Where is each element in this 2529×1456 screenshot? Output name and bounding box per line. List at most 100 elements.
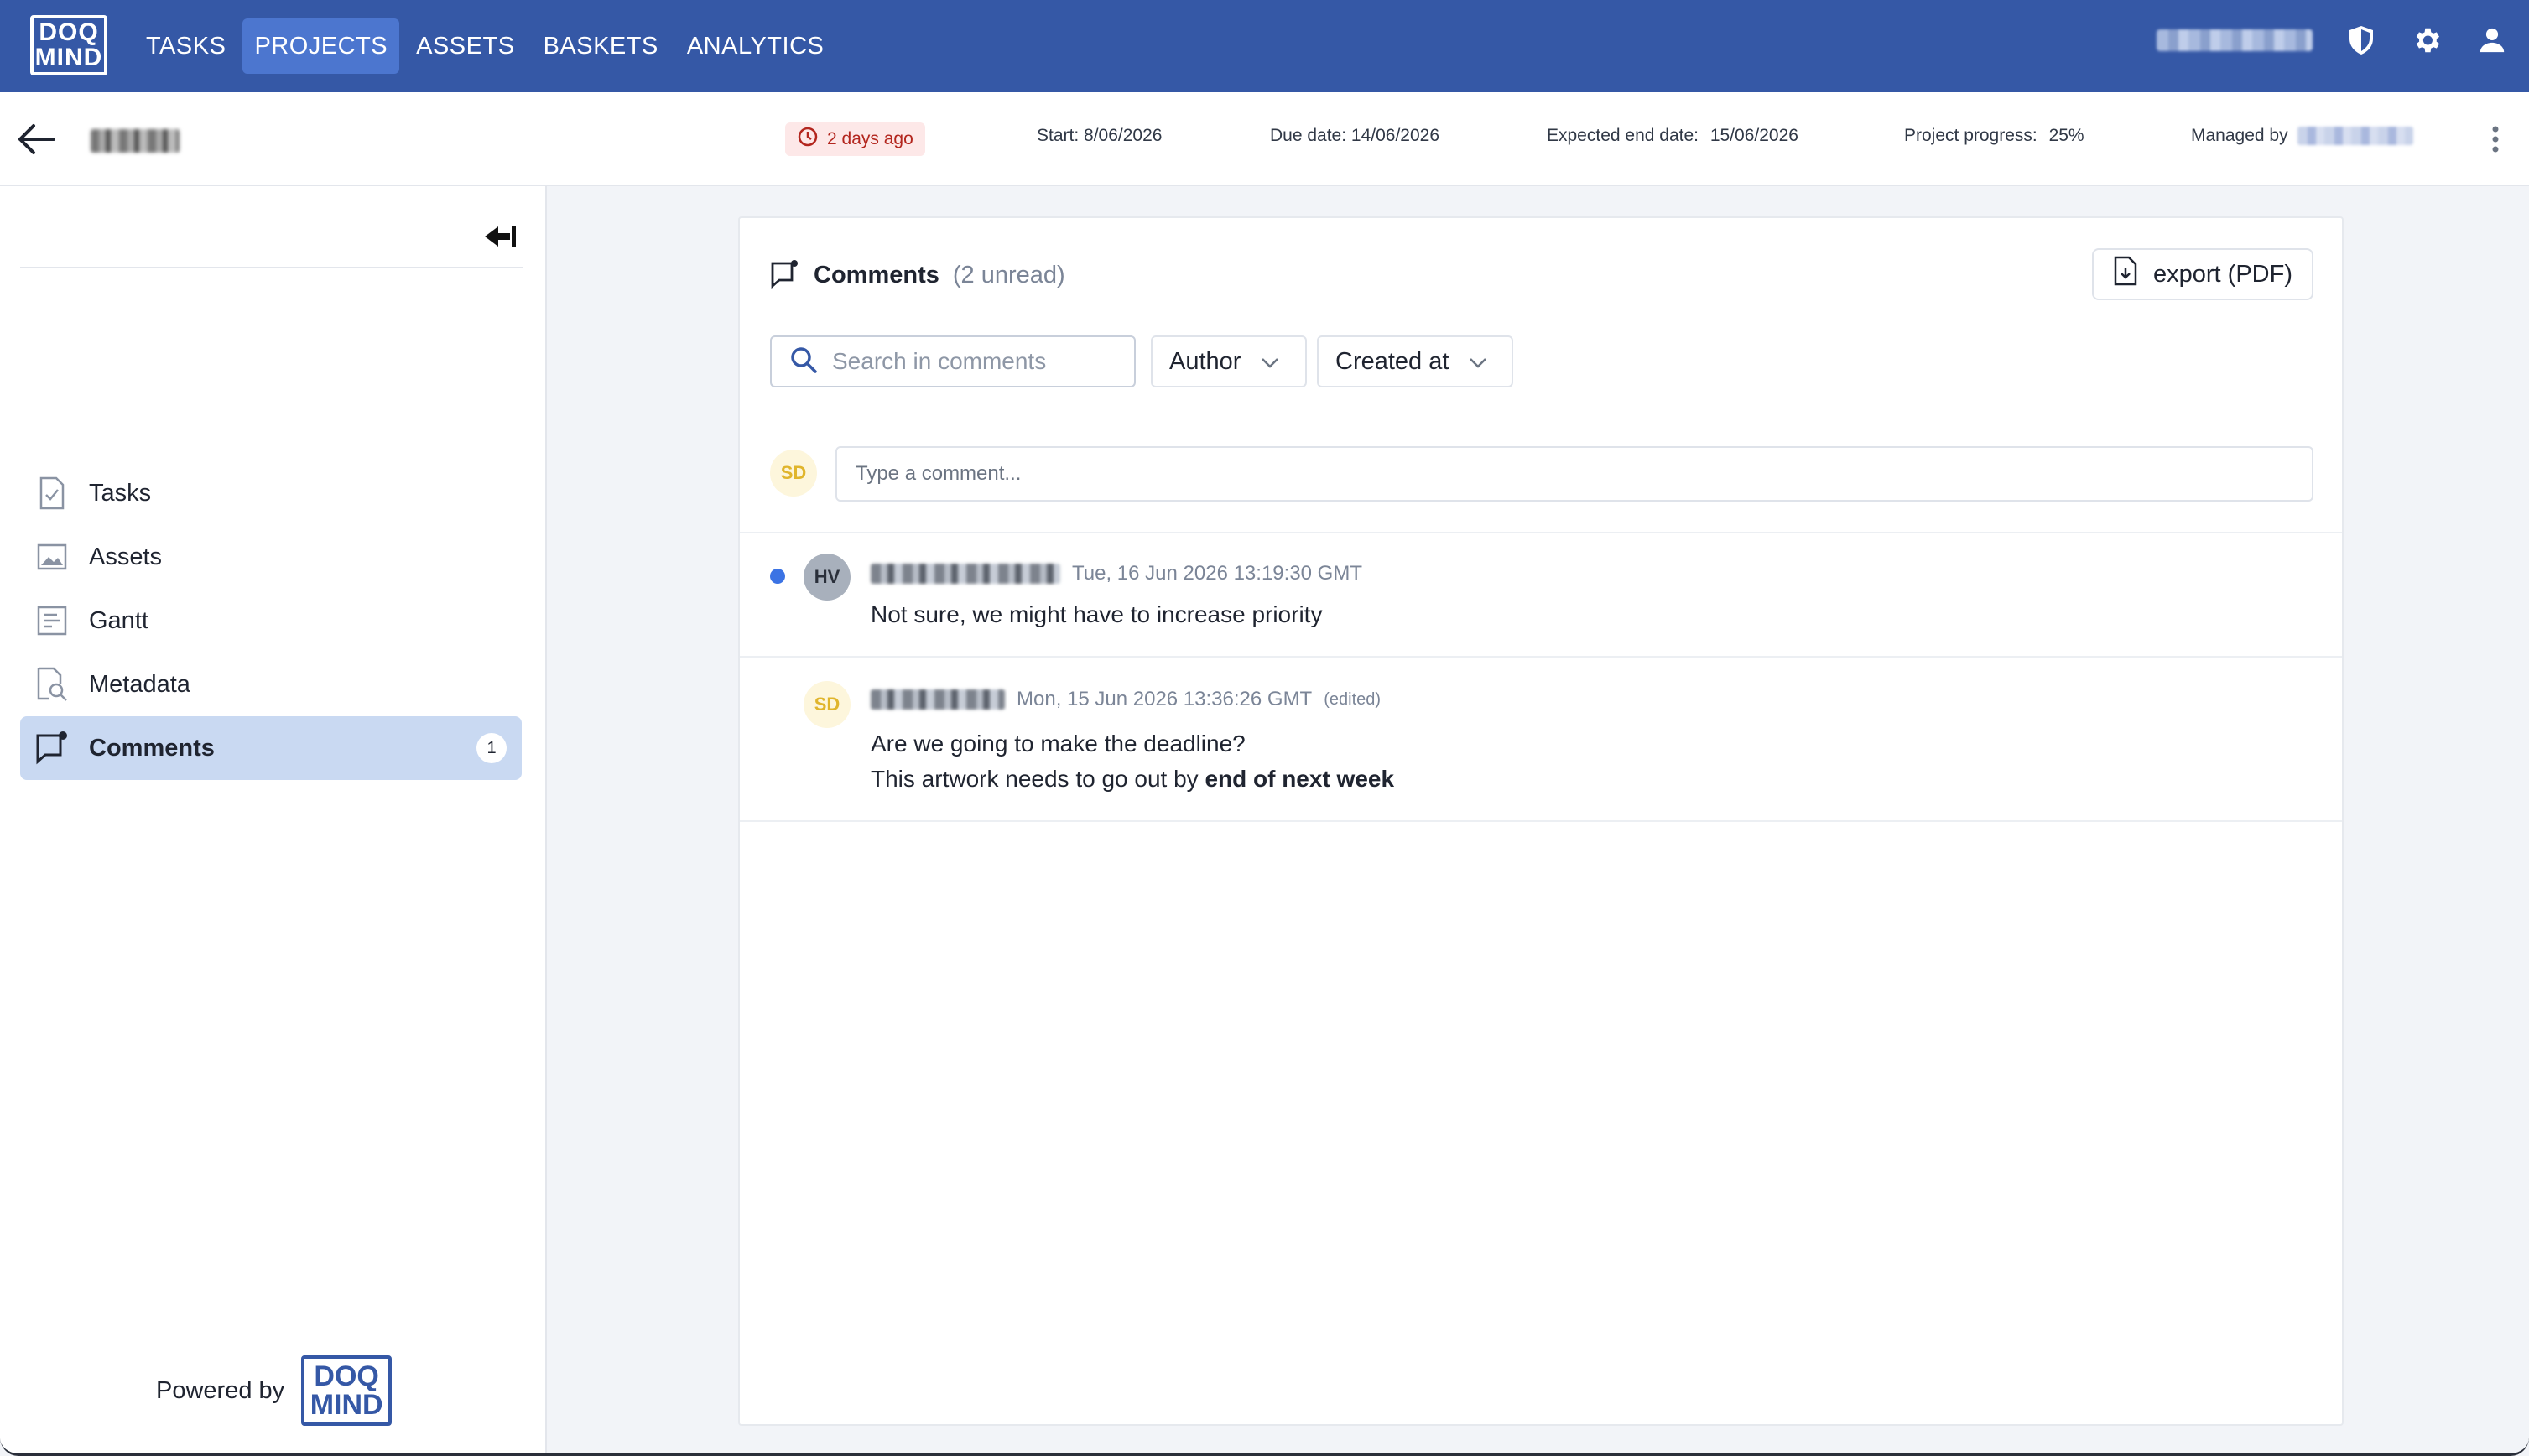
comments-header: Comments (2 unread) xyxy=(770,258,1065,293)
divider xyxy=(740,656,2342,658)
expected-value: 15/06/2026 xyxy=(1709,126,1798,145)
comment-author-avatar: HV xyxy=(804,554,851,601)
project-progress: Project progress: 25% xyxy=(1904,126,2084,146)
sidebar-item-label: Metadata xyxy=(89,670,190,698)
unread-count: (2 unread) xyxy=(952,262,1065,289)
top-navbar: DOQ MIND TASKS PROJECTS ASSETS BASKETS A… xyxy=(0,0,2529,92)
logo-line-2: MIND xyxy=(34,44,103,71)
comments-title: Comments xyxy=(814,262,939,289)
search-input[interactable] xyxy=(832,348,1134,375)
powered-by: Powered by DOQ MIND xyxy=(156,1355,393,1426)
sidebar-item-metadata[interactable]: Metadata xyxy=(20,653,522,716)
comment-line: This artwork needs to go out by end of n… xyxy=(871,762,1394,797)
comment-meta: Tue, 16 Jun 2026 13:19:30 GMT xyxy=(871,562,1362,585)
comments-count-badge: 1 xyxy=(476,733,507,763)
start-value: 8/06/2026 xyxy=(1084,126,1163,145)
clock-icon xyxy=(797,126,819,153)
sidebar-item-label: Assets xyxy=(89,543,163,570)
overdue-text: 2 days ago xyxy=(827,129,913,148)
comment-bold-text: end of next week xyxy=(1205,766,1395,792)
divider xyxy=(740,532,2342,533)
expected-end-date: Expected end date: 15/06/2026 xyxy=(1547,126,1798,146)
doqmind-logo[interactable]: DOQ MIND xyxy=(30,15,107,75)
back-arrow-icon[interactable] xyxy=(17,122,59,156)
search-box[interactable] xyxy=(770,335,1136,387)
comment-icon xyxy=(770,258,800,293)
user-name-redacted xyxy=(2157,29,2313,51)
logo-line-2: MIND xyxy=(310,1389,383,1421)
task-doc-icon xyxy=(35,476,69,510)
managed-label: Managed by xyxy=(2191,126,2288,145)
comment-timestamp: Tue, 16 Jun 2026 13:19:30 GMT xyxy=(1072,562,1362,585)
divider xyxy=(740,820,2342,822)
search-icon xyxy=(790,346,817,377)
created-at-filter-dropdown[interactable]: Created at xyxy=(1317,335,1513,387)
export-label: export (PDF) xyxy=(2153,260,2292,288)
sidebar-item-label: Gantt xyxy=(89,606,148,634)
sidebar-item-comments[interactable]: Comments 1 xyxy=(20,716,522,780)
current-user-avatar: SD xyxy=(770,450,817,497)
sidebar-item-label: Tasks xyxy=(89,479,152,507)
managed-by: Managed by xyxy=(2191,126,2414,146)
start-date: Start: 8/06/2026 xyxy=(1037,126,1162,146)
nav-projects[interactable]: PROJECTS xyxy=(242,18,400,74)
logo-line-1: DOQ xyxy=(314,1360,379,1392)
sidebar-divider xyxy=(20,267,523,268)
gear-icon[interactable] xyxy=(2410,23,2443,57)
main-nav: TASKS PROJECTS ASSETS BASKETS ANALYTICS xyxy=(134,18,835,74)
metadata-search-icon xyxy=(35,667,69,701)
due-value: 14/06/2026 xyxy=(1350,126,1440,145)
sidebar-item-tasks[interactable]: Tasks xyxy=(20,461,522,525)
comment-icon xyxy=(35,731,69,765)
chevron-down-icon xyxy=(1469,348,1487,376)
author-name-redacted xyxy=(871,564,1060,584)
edited-label: (edited) xyxy=(1324,689,1382,709)
file-download-icon xyxy=(2113,256,2138,293)
overdue-badge: 2 days ago xyxy=(785,122,925,156)
author-filter-dropdown[interactable]: Author xyxy=(1151,335,1307,387)
sidebar-item-assets[interactable]: Assets xyxy=(20,525,522,589)
sidebar-item-label: Comments xyxy=(89,734,215,762)
comment-author-avatar: SD xyxy=(804,681,851,728)
progress-label: Project progress: xyxy=(1904,126,2037,145)
author-filter-label: Author xyxy=(1169,347,1241,375)
chevron-down-icon xyxy=(1261,348,1279,376)
nav-assets[interactable]: ASSETS xyxy=(404,18,526,74)
shield-icon[interactable] xyxy=(2344,23,2378,57)
comment-line: Are we going to make the deadline? xyxy=(871,731,1246,757)
expected-label: Expected end date: xyxy=(1547,126,1699,145)
start-label: Start: xyxy=(1037,126,1080,145)
gantt-icon xyxy=(35,604,69,637)
progress-value: 25% xyxy=(2048,126,2084,145)
image-icon xyxy=(35,540,69,574)
comment-body: Are we going to make the deadline? This … xyxy=(871,726,1394,797)
comment-line: Not sure, we might have to increase prio… xyxy=(871,601,1323,627)
project-name-redacted xyxy=(91,129,180,153)
author-name-redacted xyxy=(871,689,1005,710)
top-right-controls xyxy=(2157,23,2509,57)
logo-line-1: DOQ xyxy=(39,18,99,46)
comment-timestamp: Mon, 15 Jun 2026 13:36:26 GMT xyxy=(1017,688,1313,710)
user-icon[interactable] xyxy=(2475,23,2509,57)
created-filter-label: Created at xyxy=(1335,347,1449,375)
sidebar-item-gantt[interactable]: Gantt xyxy=(20,589,522,653)
comment-body: Not sure, we might have to increase prio… xyxy=(871,597,1322,632)
nav-tasks[interactable]: TASKS xyxy=(134,18,237,74)
powered-by-text: Powered by xyxy=(156,1376,285,1404)
comment-text: This artwork needs to go out by xyxy=(871,766,1199,792)
export-pdf-button[interactable]: export (PDF) xyxy=(2092,248,2313,300)
app-window: DOQ MIND TASKS PROJECTS ASSETS BASKETS A… xyxy=(0,0,2529,1456)
doqmind-logo-small: DOQ MIND xyxy=(301,1355,393,1426)
nav-baskets[interactable]: BASKETS xyxy=(532,18,670,74)
nav-analytics[interactable]: ANALYTICS xyxy=(675,18,836,74)
project-sidebar: Tasks Assets Gantt Metadata Comments 1 P… xyxy=(0,186,547,1453)
due-date: Due date: 14/06/2026 xyxy=(1270,126,1439,146)
project-header: 2 days ago Start: 8/06/2026 Due date: 14… xyxy=(0,92,2529,186)
comment-meta: Mon, 15 Jun 2026 13:36:26 GMT (edited) xyxy=(871,688,1381,711)
collapse-sidebar-icon[interactable] xyxy=(481,220,518,253)
manager-name-redacted xyxy=(2297,127,2414,146)
unread-indicator xyxy=(770,569,785,584)
more-options-icon[interactable] xyxy=(2485,122,2506,156)
new-comment-input[interactable] xyxy=(835,446,2313,502)
comments-panel: Comments (2 unread) export (PDF) Author … xyxy=(738,216,2344,1426)
